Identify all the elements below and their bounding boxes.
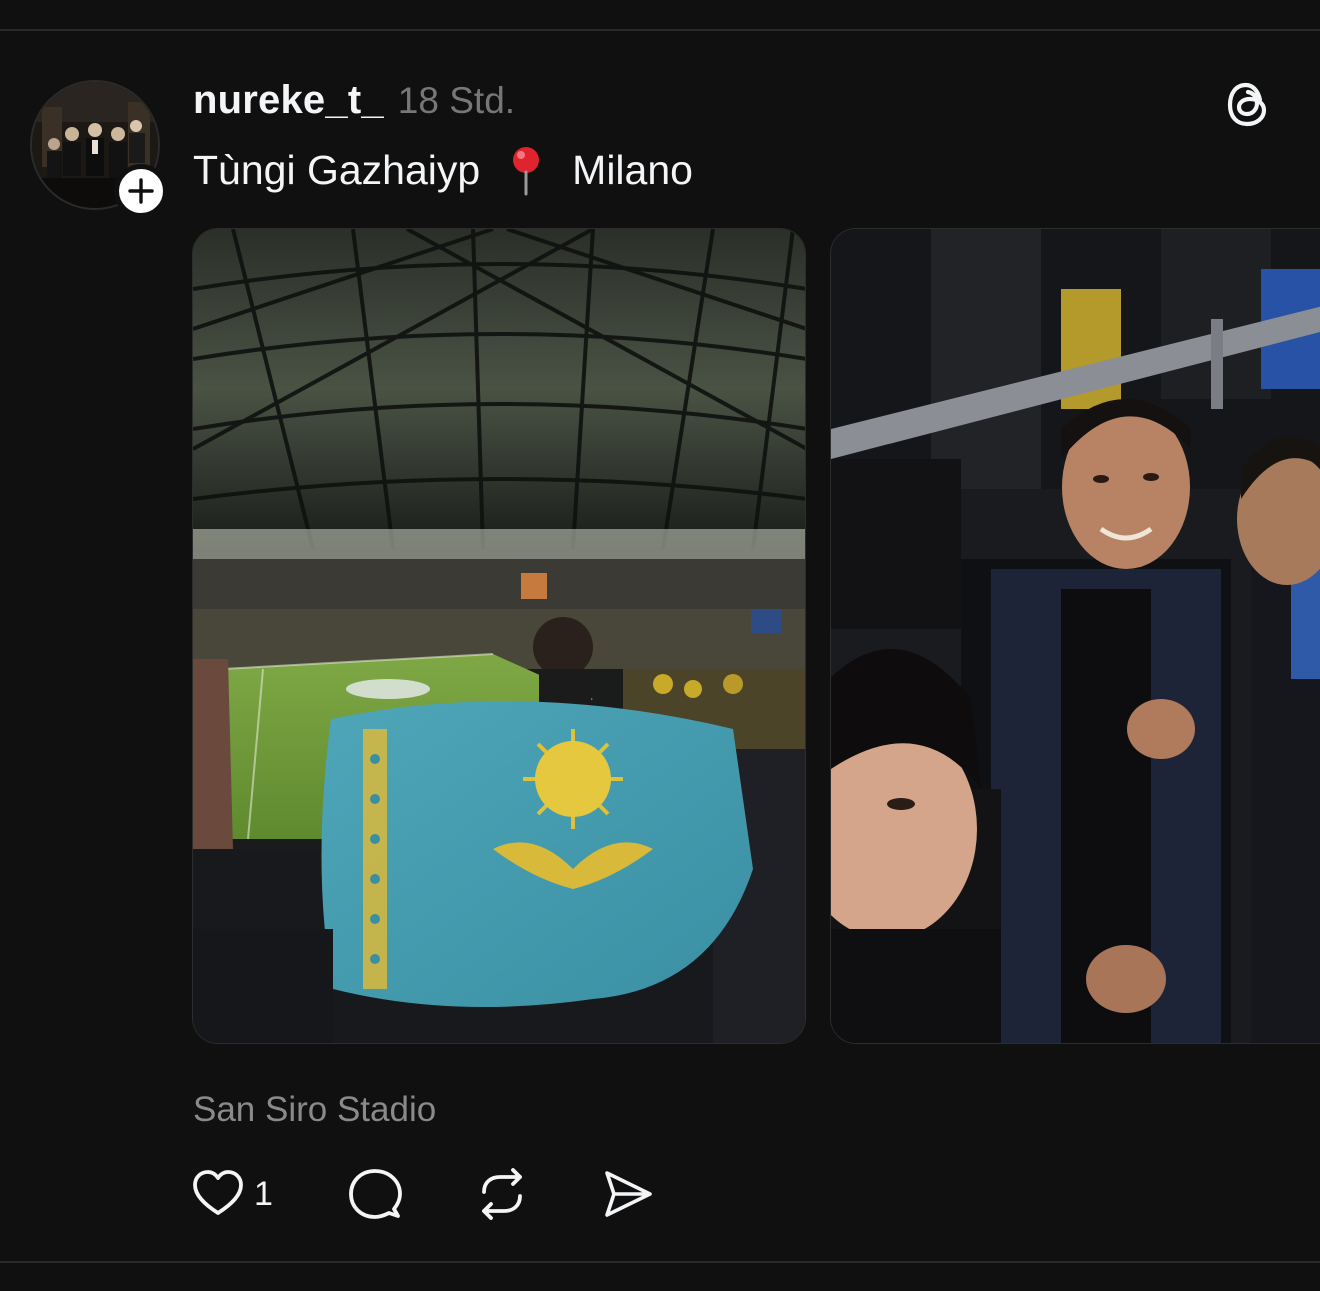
repost-button[interactable] — [474, 1164, 530, 1224]
caption-text-after: Milano — [572, 146, 693, 193]
heart-icon — [193, 1170, 243, 1215]
top-divider — [0, 29, 1320, 31]
bottom-divider — [0, 1261, 1320, 1263]
like-count: 1 — [254, 1174, 273, 1213]
reply-button[interactable] — [346, 1164, 404, 1224]
media-carousel[interactable] — [192, 228, 1320, 1046]
like-button[interactable]: 1 — [190, 1164, 273, 1224]
follow-button[interactable] — [114, 164, 168, 218]
repost-icon — [482, 1168, 522, 1220]
comment-icon — [349, 1169, 402, 1219]
avatar-container[interactable] — [30, 80, 168, 218]
post-header: nureke_t_ 18 Std. — [193, 78, 515, 123]
plus-icon — [128, 178, 154, 204]
location-tag[interactable]: San Siro Stadio — [193, 1090, 436, 1130]
share-icon — [605, 1171, 652, 1217]
stadium-flag-photo — [193, 229, 805, 1043]
pin-icon — [506, 144, 546, 196]
username[interactable]: nureke_t_ — [193, 78, 384, 123]
timestamp: 18 Std. — [397, 80, 516, 121]
media-item-selfie[interactable] — [830, 228, 1320, 1044]
share-button[interactable] — [600, 1164, 656, 1224]
post-caption: Tùngi Gazhaiyp Milano — [193, 144, 693, 196]
group-selfie-photo — [831, 229, 1320, 1043]
post-card: nureke_t_ 18 Std. Tùngi Gazhaiyp Milano — [0, 0, 1320, 1291]
threads-logo-icon[interactable] — [1222, 78, 1274, 130]
media-item-stadium[interactable] — [192, 228, 806, 1044]
caption-text-before: Tùngi Gazhaiyp — [193, 146, 481, 193]
